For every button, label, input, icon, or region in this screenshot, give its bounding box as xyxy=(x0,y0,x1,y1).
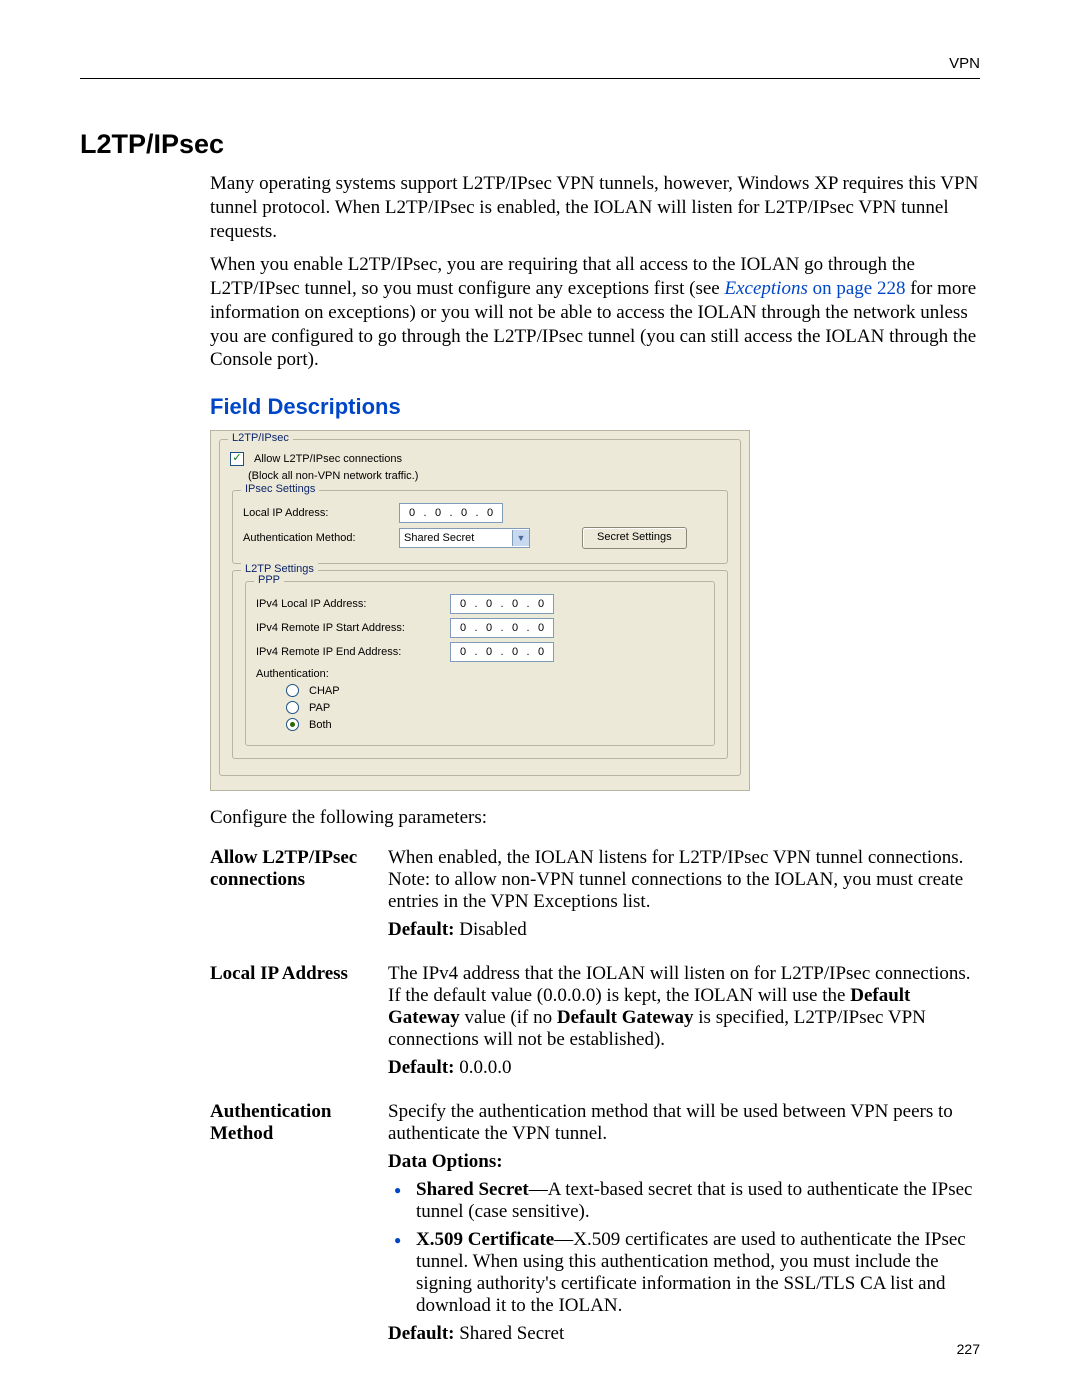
term-localip: Local IP Address xyxy=(210,955,388,1093)
opt-bold: Shared Secret xyxy=(416,1179,529,1200)
table-row: Local IP Address The IPv4 address that t… xyxy=(210,955,990,1093)
chevron-down-icon[interactable]: ▼ xyxy=(512,530,529,546)
desc-bold: Default Gateway xyxy=(557,1007,694,1028)
ipv4-end-label: IPv4 Remote IP End Address: xyxy=(256,646,444,658)
ppp-group: PPP IPv4 Local IP Address: 0. 0. 0. 0 IP… xyxy=(245,581,715,746)
list-item: X.509 Certificate—X.509 certificates are… xyxy=(416,1229,982,1317)
intro-p2: When you enable L2TP/IPsec, you are requ… xyxy=(210,253,980,372)
both-label: Both xyxy=(309,719,332,731)
default-value: Disabled xyxy=(454,919,526,940)
authentication-label: Authentication: xyxy=(256,668,444,680)
allow-row: ✓ Allow L2TP/IPsec connections xyxy=(230,452,730,466)
local-ip-input[interactable]: 0. 0. 0. 0 xyxy=(399,503,503,523)
ipsec-settings-legend: IPsec Settings xyxy=(241,483,319,495)
both-radio[interactable] xyxy=(286,718,299,731)
ip-octet[interactable]: 0 xyxy=(505,646,525,658)
ip-octet[interactable]: 0 xyxy=(479,598,499,610)
ip-octet[interactable]: 0 xyxy=(531,646,551,658)
ipsec-settings-group: IPsec Settings Local IP Address: 0. 0. 0… xyxy=(232,490,728,564)
page-title: L2TP/IPsec xyxy=(80,129,980,160)
default-value: 0.0.0.0 xyxy=(454,1057,511,1078)
list-item: Shared Secret—A text-based secret that i… xyxy=(416,1179,982,1223)
exceptions-page-link[interactable]: on page 228 xyxy=(808,278,906,299)
allow-checkbox-label: Allow L2TP/IPsec connections xyxy=(254,453,402,465)
pap-label: PAP xyxy=(309,702,330,714)
field-descriptions-heading: Field Descriptions xyxy=(210,394,980,420)
local-ip-label: Local IP Address: xyxy=(243,507,393,519)
ipv4-start-label: IPv4 Remote IP Start Address: xyxy=(256,622,444,634)
term-auth: Authentication Method xyxy=(210,1093,388,1359)
data-options-label: Data Options: xyxy=(388,1151,982,1173)
default-value: Shared Secret xyxy=(454,1323,564,1344)
ip-octet[interactable]: 0 xyxy=(428,507,448,519)
exceptions-link[interactable]: Exceptions xyxy=(724,278,807,299)
header-breadcrumb: VPN xyxy=(80,55,980,78)
main-groupbox-legend: L2TP/IPsec xyxy=(228,432,293,444)
desc-localip: The IPv4 address that the IOLAN will lis… xyxy=(388,955,990,1093)
ip-octet[interactable]: 0 xyxy=(479,622,499,634)
pap-radio[interactable] xyxy=(286,701,299,714)
ppp-legend: PPP xyxy=(254,574,284,586)
field-descriptions-table: Allow L2TP/IPsec connections When enable… xyxy=(210,839,990,1359)
opt-bold: X.509 Certificate xyxy=(416,1229,554,1250)
ip-octet[interactable]: 0 xyxy=(480,507,500,519)
desc-allow-text: When enabled, the IOLAN listens for L2TP… xyxy=(388,847,982,913)
intro-block: Many operating systems support L2TP/IPse… xyxy=(210,172,980,372)
allow-note: (Block all non-VPN network traffic.) xyxy=(248,470,730,482)
ipv4-local-input[interactable]: 0. 0. 0. 0 xyxy=(450,594,554,614)
header-rule xyxy=(80,78,980,79)
desc-text: value (if no xyxy=(460,1007,557,1028)
default-label: Default: xyxy=(388,1323,454,1344)
allow-checkbox[interactable]: ✓ xyxy=(230,452,244,466)
chap-radio[interactable] xyxy=(286,684,299,697)
ip-octet[interactable]: 0 xyxy=(505,622,525,634)
term-allow: Allow L2TP/IPsec connections xyxy=(210,839,388,955)
ip-octet[interactable]: 0 xyxy=(479,646,499,658)
desc-auth-text: Specify the authentication method that w… xyxy=(388,1101,982,1145)
l2tp-ipsec-dialog: L2TP/IPsec ✓ Allow L2TP/IPsec connection… xyxy=(210,430,750,791)
ipv4-local-label: IPv4 Local IP Address: xyxy=(256,598,444,610)
ip-octet[interactable]: 0 xyxy=(531,622,551,634)
ip-octet[interactable]: 0 xyxy=(505,598,525,610)
ip-octet[interactable]: 0 xyxy=(531,598,551,610)
ip-octet[interactable]: 0 xyxy=(453,622,473,634)
default-label: Default: xyxy=(388,919,454,940)
auth-method-select[interactable]: Shared Secret ▼ xyxy=(399,528,530,548)
auth-method-label: Authentication Method: xyxy=(243,532,393,544)
ip-octet[interactable]: 0 xyxy=(402,507,422,519)
ip-octet[interactable]: 0 xyxy=(453,646,473,658)
table-row: Authentication Method Specify the authen… xyxy=(210,1093,990,1359)
secret-settings-button[interactable]: Secret Settings xyxy=(582,527,687,549)
config-intro: Configure the following parameters: xyxy=(210,807,980,829)
main-groupbox: L2TP/IPsec ✓ Allow L2TP/IPsec connection… xyxy=(219,439,741,776)
chap-label: CHAP xyxy=(309,685,340,697)
ipv4-end-input[interactable]: 0. 0. 0. 0 xyxy=(450,642,554,662)
intro-p1: Many operating systems support L2TP/IPse… xyxy=(210,172,980,243)
ip-octet[interactable]: 0 xyxy=(454,507,474,519)
ipv4-start-input[interactable]: 0. 0. 0. 0 xyxy=(450,618,554,638)
ip-octet[interactable]: 0 xyxy=(453,598,473,610)
desc-allow: When enabled, the IOLAN listens for L2TP… xyxy=(388,839,990,955)
default-label: Default: xyxy=(388,1057,454,1078)
table-row: Allow L2TP/IPsec connections When enable… xyxy=(210,839,990,955)
l2tp-settings-group: L2TP Settings PPP IPv4 Local IP Address:… xyxy=(232,570,728,759)
auth-method-value: Shared Secret xyxy=(404,532,474,544)
desc-auth: Specify the authentication method that w… xyxy=(388,1093,990,1359)
page-number: 227 xyxy=(957,1341,980,1357)
